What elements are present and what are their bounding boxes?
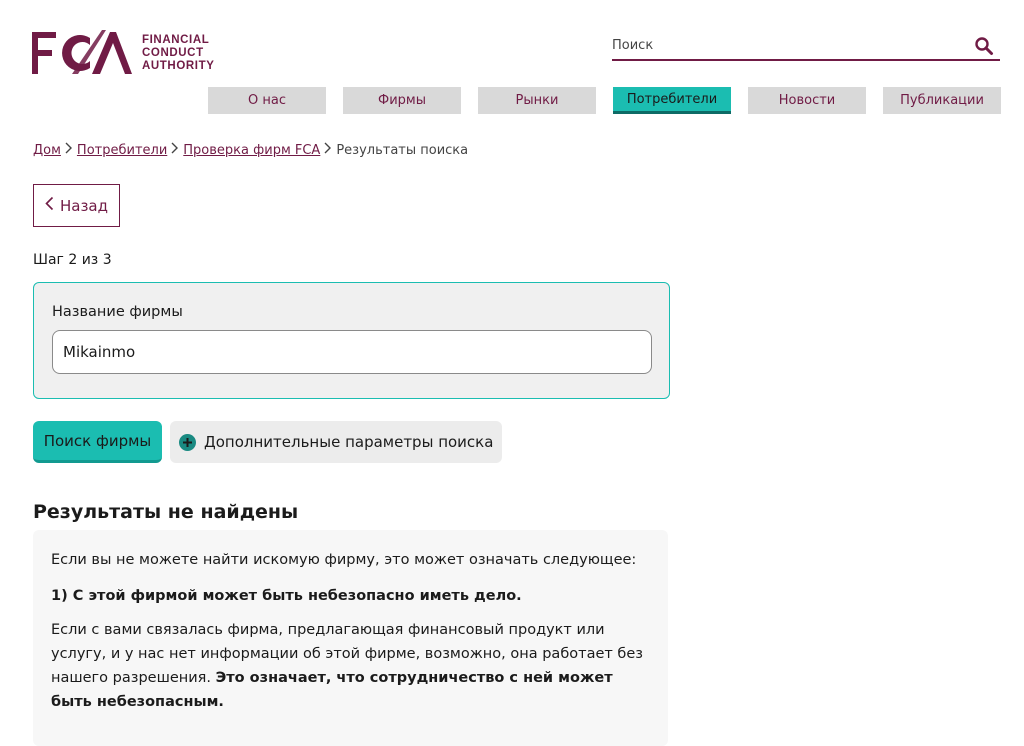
nav-item-news[interactable]: Новости [748,87,866,114]
logo-line: CONDUCT [142,46,204,59]
chevron-right-icon [322,142,334,158]
nav-item-markets[interactable]: Рынки [478,87,596,114]
chevron-right-icon [169,142,181,158]
info-paragraph: Если с вами связалась фирма, предлагающа… [51,618,650,714]
fca-logo-mark [32,30,132,74]
nav-item-consumers[interactable]: Потребители [613,87,731,114]
search-firm-button[interactable]: Поиск фирмы [33,421,162,463]
advanced-search-label: Дополнительные параметры поиска [204,433,494,451]
breadcrumb: Дом Потребители Проверка фирм FCA Резуль… [33,142,468,158]
chevron-right-icon [63,142,75,158]
main-nav: О нас Фирмы Рынки Потребители Новости Пу… [208,87,1001,114]
advanced-search-button[interactable]: Дополнительные параметры поиска [170,421,502,463]
logo-text: FINANCIAL CONDUCT AUTHORITY [142,34,214,73]
search-icon[interactable] [974,36,994,56]
plus-circle-icon [179,433,196,451]
results-title: Результаты не найдены [33,501,299,523]
breadcrumb-firm-check[interactable]: Проверка фирм FCA [183,143,320,158]
breadcrumb-home[interactable]: Дом [33,143,61,158]
logo-line: FINANCIAL [142,33,210,46]
logo-line: AUTHORITY [142,59,215,72]
breadcrumb-consumers[interactable]: Потребители [77,143,167,158]
nav-item-firms[interactable]: Фирмы [343,87,461,114]
nav-item-publications[interactable]: Публикации [883,87,1001,114]
info-point-1: 1) С этой фирмой может быть небезопасно … [51,588,522,604]
info-intro: Если вы не можете найти искомую фирму, э… [51,552,637,568]
search-input[interactable] [612,36,952,53]
chevron-left-icon [45,196,54,215]
no-results-info: Если вы не можете найти искомую фирму, э… [33,530,668,746]
step-indicator: Шаг 2 из 3 [33,252,112,268]
firm-name-label: Название фирмы [52,304,183,320]
back-button-label: Назад [59,196,108,215]
nav-item-about[interactable]: О нас [208,87,326,114]
breadcrumb-current: Результаты поиска [336,142,469,158]
back-button[interactable]: Назад [33,184,120,227]
fca-logo[interactable]: FINANCIAL CONDUCT AUTHORITY [32,28,214,78]
firm-name-input[interactable] [52,330,652,374]
search-form-panel: Название фирмы [33,282,670,399]
site-search [612,34,1000,61]
